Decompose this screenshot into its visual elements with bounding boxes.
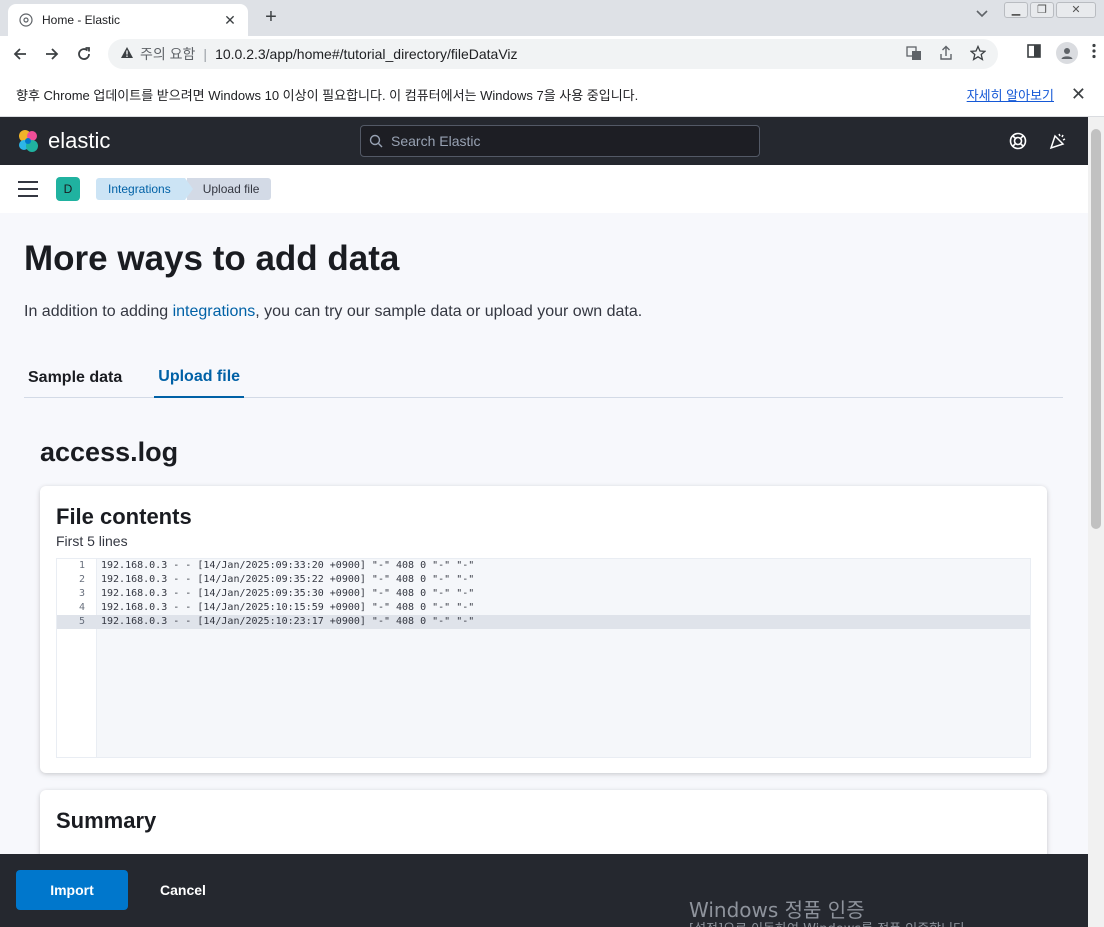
kibana-header: elastic xyxy=(0,117,1088,165)
line-number: 3 xyxy=(78,588,85,599)
new-tab-button[interactable]: + xyxy=(260,6,282,28)
chrome-update-infobar: 향후 Chrome 업데이트를 받으려면 Windows 10 이상이 필요합니… xyxy=(0,72,1104,117)
browser-right-actions xyxy=(1026,42,1096,64)
line-text: 192.168.0.3 - - [14/Jan/2025:09:35:30 +0… xyxy=(101,588,475,599)
page-title: More ways to add data xyxy=(24,239,400,278)
browser-toolbar: 주의 요함 | 10.0.2.3/app/home#/tutorial_dire… xyxy=(0,36,1104,72)
line-text: 192.168.0.3 - - [14/Jan/2025:09:35:22 +0… xyxy=(101,574,475,585)
code-line-active: 5 192.168.0.3 - - [14/Jan/2025:10:23:17 … xyxy=(57,615,1030,629)
code-line: 2 192.168.0.3 - - [14/Jan/2025:09:35:22 … xyxy=(57,573,1030,587)
windows-activation-hint: [설정]으로 이동하여 Windows를 정품 인증합니다. xyxy=(689,918,969,927)
integrations-link[interactable]: integrations xyxy=(173,303,256,320)
tab-close-icon[interactable]: ✕ xyxy=(222,12,238,29)
space-avatar[interactable]: D xyxy=(56,177,80,201)
search-icon xyxy=(369,134,383,148)
main-content: More ways to add data In addition to add… xyxy=(0,213,1088,854)
close-window-icon[interactable]: ✕ xyxy=(1056,2,1096,18)
browser-tab-strip: Home - Elastic ✕ + ▁ ❐ ✕ xyxy=(0,0,1104,36)
code-line: 1 192.168.0.3 - - [14/Jan/2025:09:33:20 … xyxy=(57,559,1030,573)
tab-title: Home - Elastic xyxy=(42,13,121,27)
omnibox-divider: | xyxy=(203,46,208,62)
address-bar[interactable]: 주의 요함 | 10.0.2.3/app/home#/tutorial_dire… xyxy=(108,39,998,69)
elastic-wordmark: elastic xyxy=(48,128,111,153)
line-number: 2 xyxy=(78,574,85,585)
header-actions xyxy=(1008,131,1068,156)
code-line: 3 192.168.0.3 - - [14/Jan/2025:09:35:30 … xyxy=(57,587,1030,601)
bookmark-star-icon[interactable] xyxy=(969,44,987,64)
back-arrow-icon[interactable] xyxy=(4,38,36,70)
line-text: 192.168.0.3 - - [14/Jan/2025:09:33:20 +0… xyxy=(101,560,475,571)
profile-avatar-icon[interactable] xyxy=(1056,42,1078,64)
breadcrumb-integrations[interactable]: Integrations xyxy=(96,178,193,200)
forward-arrow-icon[interactable] xyxy=(36,38,68,70)
cancel-button[interactable]: Cancel xyxy=(150,870,216,910)
omnibox-actions xyxy=(906,44,987,64)
file-name-heading: access.log xyxy=(40,437,179,467)
summary-panel: Summary xyxy=(40,790,1047,854)
tab-upload-file[interactable]: Upload file xyxy=(154,358,245,398)
infobar-close-icon[interactable]: ✕ xyxy=(1071,84,1086,105)
elastic-cluster-icon xyxy=(19,130,38,152)
browser-tab[interactable]: Home - Elastic ✕ xyxy=(8,4,248,36)
translate-icon[interactable] xyxy=(906,45,922,64)
minimize-icon[interactable]: ▁ xyxy=(1004,2,1028,18)
bottom-action-bar: Import Cancel xyxy=(0,854,1088,927)
tab-sample-data[interactable]: Sample data xyxy=(24,358,126,398)
window-controls: ▁ ❐ ✕ xyxy=(1004,2,1096,18)
elastic-favicon-icon xyxy=(18,12,34,28)
menu-dots-icon[interactable] xyxy=(1092,43,1096,64)
import-button[interactable]: Import xyxy=(16,870,128,910)
line-number: 4 xyxy=(78,602,85,613)
summary-title: Summary xyxy=(56,808,157,833)
file-contents-subtitle: First 5 lines xyxy=(56,533,128,549)
code-line: 4 192.168.0.3 - - [14/Jan/2025:10:15:59 … xyxy=(57,601,1030,615)
line-number: 1 xyxy=(78,560,85,571)
line-number: 5 xyxy=(78,616,85,627)
global-search[interactable] xyxy=(360,125,760,157)
restore-icon[interactable]: ❐ xyxy=(1030,2,1054,18)
page-description: In addition to adding integrations, you … xyxy=(24,303,642,321)
elastic-logo[interactable]: elastic xyxy=(16,128,110,154)
tab-search-chevron-icon[interactable] xyxy=(976,8,988,22)
file-contents-editor[interactable]: 1 192.168.0.3 - - [14/Jan/2025:09:33:20 … xyxy=(56,558,1031,758)
security-status[interactable]: 주의 요함 xyxy=(140,44,195,64)
search-input[interactable] xyxy=(391,133,751,149)
breadcrumb-upload-file: Upload file xyxy=(186,178,272,200)
help-lifebuoy-icon[interactable] xyxy=(1008,131,1028,156)
file-contents-panel: File contents First 5 lines 1 192.168.0.… xyxy=(40,486,1047,773)
news-feed-cheer-icon[interactable] xyxy=(1048,131,1068,156)
nav-menu-icon[interactable] xyxy=(18,181,38,197)
line-text: 192.168.0.3 - - [14/Jan/2025:10:15:59 +0… xyxy=(101,602,475,613)
side-panel-icon[interactable] xyxy=(1026,43,1042,64)
reload-icon[interactable] xyxy=(68,38,100,70)
add-data-tabs: Sample data Upload file xyxy=(24,358,1063,398)
breadcrumb-bar: D Integrations Upload file xyxy=(0,165,1088,213)
url-text[interactable]: 10.0.2.3/app/home#/tutorial_directory/fi… xyxy=(215,46,517,62)
learn-more-link[interactable]: 자세히 알아보기 xyxy=(967,85,1054,104)
page-scrollbar[interactable] xyxy=(1088,117,1104,927)
file-contents-title: File contents xyxy=(56,504,192,529)
warning-icon[interactable] xyxy=(120,46,134,62)
description-suffix: , you can try our sample data or upload … xyxy=(255,303,643,320)
share-icon[interactable] xyxy=(938,45,954,64)
scrollbar-thumb[interactable] xyxy=(1091,129,1101,529)
description-prefix: In addition to adding xyxy=(24,303,173,320)
line-text: 192.168.0.3 - - [14/Jan/2025:10:23:17 +0… xyxy=(101,616,475,627)
infobar-message: 향후 Chrome 업데이트를 받으려면 Windows 10 이상이 필요합니… xyxy=(16,87,639,103)
